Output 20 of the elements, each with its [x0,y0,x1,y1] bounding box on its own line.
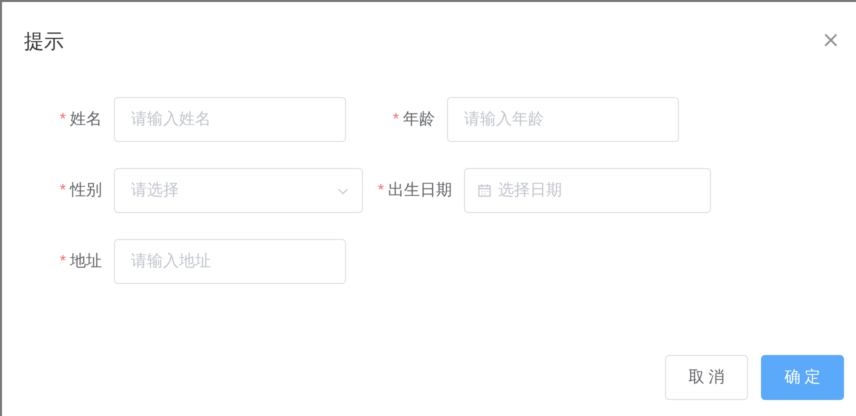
field-label: 年龄 [403,111,435,128]
close-button[interactable]: × [818,31,844,51]
required-mark: * [378,182,384,199]
field-label: 姓名 [70,111,102,128]
required-mark: * [60,111,66,128]
required-mark: * [60,253,66,270]
input-field[interactable]: 请输入姓名 [114,97,346,142]
select-field[interactable]: 请选择 [114,168,363,213]
required-mark: * [60,182,66,199]
calendar-icon [477,183,492,198]
cancel-button[interactable]: 取 消 [665,355,748,400]
dialog-title: 提示 [24,30,64,54]
confirm-button[interactable]: 确 定 [761,355,844,400]
input-field[interactable]: 请输入年龄 [447,97,679,142]
field-label: 出生日期 [388,182,452,199]
required-mark: * [392,111,399,128]
input-field[interactable]: 请输入地址 [114,239,346,284]
field-label: 地址 [70,253,102,270]
date-field[interactable]: 选择日期 [464,168,711,213]
field-label: 性别 [70,182,102,199]
